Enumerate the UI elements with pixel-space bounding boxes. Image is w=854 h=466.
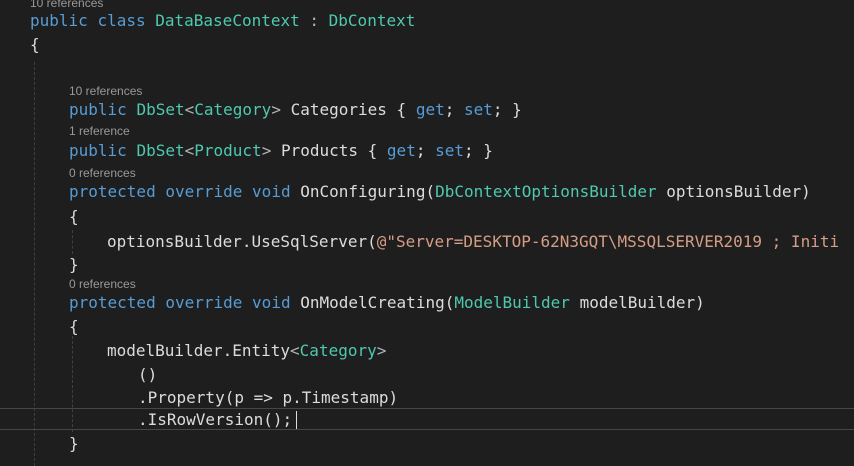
- onconfiguring-open-brace: {: [69, 207, 79, 226]
- codelens-products-references[interactable]: 1 reference: [69, 124, 130, 138]
- keyword-public: public: [69, 100, 127, 119]
- codelens-onconfiguring-references[interactable]: 0 references: [69, 166, 136, 180]
- keyword-protected: protected: [69, 293, 156, 312]
- current-line-highlight: [0, 408, 854, 430]
- property-close: ; }: [492, 100, 522, 119]
- class-name: DataBaseContext: [155, 11, 300, 30]
- dbset-type: DbSet: [136, 141, 185, 160]
- products-name: Products {: [271, 141, 387, 160]
- indent-guide-class: [34, 62, 35, 466]
- use-sql-server-call: optionsBuilder.UseSqlServer(: [107, 232, 377, 251]
- generic-close: >: [376, 341, 387, 360]
- use-sql-server-line: optionsBuilder.UseSqlServer(@"Server=DES…: [107, 230, 839, 254]
- generic-open: <: [290, 341, 300, 360]
- products-property-line: public DbSet<Product> Products { get; se…: [69, 139, 493, 163]
- property-close: ; }: [464, 141, 493, 160]
- text-caret: [296, 411, 297, 429]
- entity-call-line: modelBuilder.Entity<Category>: [107, 339, 386, 363]
- method-name: OnModelCreating(: [300, 293, 455, 312]
- generic-open: <: [184, 141, 195, 160]
- param-name: modelBuilder): [569, 293, 705, 312]
- keyword-void: void: [252, 182, 291, 201]
- generic-open: <: [184, 100, 195, 119]
- keyword-set: set: [463, 100, 493, 119]
- product-type: Product: [194, 141, 262, 160]
- isrowversion-line: .IsRowVersion();: [138, 410, 293, 429]
- keyword-override: override: [165, 293, 243, 312]
- categories-property-line: public DbSet<Category> Categories { get;…: [69, 98, 522, 122]
- parens-line: (): [138, 365, 158, 384]
- onmodelcreating-declaration-line: protected override void OnModelCreating(…: [69, 291, 705, 315]
- class-declaration-line: public class DataBaseContext : DbContext: [30, 9, 415, 33]
- entity-call: modelBuilder.Entity: [107, 341, 291, 360]
- code-editor[interactable]: 10 references public class DataBaseConte…: [0, 0, 854, 466]
- keyword-void: void: [252, 293, 291, 312]
- param-name: optionsBuilder): [656, 182, 811, 201]
- keyword-public: public: [69, 141, 127, 160]
- dbset-type: DbSet: [136, 100, 185, 119]
- onconfiguring-declaration-line: protected override void OnConfiguring(Db…: [69, 180, 811, 204]
- category-type: Category: [194, 100, 272, 119]
- base-class-name: DbContext: [328, 11, 416, 30]
- onconfiguring-close-brace: }: [69, 255, 79, 274]
- categories-name: Categories {: [280, 100, 416, 119]
- keyword-public: public: [30, 11, 88, 30]
- semicolon: ;: [415, 141, 436, 160]
- codelens-onmodelcreating-references[interactable]: 0 references: [69, 277, 136, 291]
- connection-string: @"Server=DESKTOP-62N3GQT\MSSQLSERVER2019…: [376, 232, 840, 251]
- class-open-brace: {: [30, 35, 40, 54]
- property-call-line: .Property(p => p.Timestamp): [138, 388, 399, 407]
- keyword-get: get: [386, 141, 416, 160]
- keyword-protected: protected: [69, 182, 156, 201]
- param-type: ModelBuilder: [454, 293, 570, 312]
- generic-close: >: [271, 100, 281, 119]
- indent-guide-configuring: [72, 230, 73, 254]
- category-type: Category: [299, 341, 377, 360]
- onmodelcreating-close-brace: }: [69, 434, 79, 453]
- keyword-set: set: [435, 141, 464, 160]
- keyword-override: override: [165, 182, 243, 201]
- param-type: DbContextOptionsBuilder: [435, 182, 657, 201]
- generic-close: >: [261, 141, 272, 160]
- codelens-categories-references[interactable]: 10 references: [69, 84, 142, 98]
- onmodelcreating-open-brace: {: [69, 317, 79, 336]
- keyword-class: class: [97, 11, 146, 30]
- method-name: OnConfiguring(: [300, 182, 436, 201]
- colon: :: [299, 11, 329, 30]
- semicolon: ;: [444, 100, 464, 119]
- keyword-get: get: [415, 100, 445, 119]
